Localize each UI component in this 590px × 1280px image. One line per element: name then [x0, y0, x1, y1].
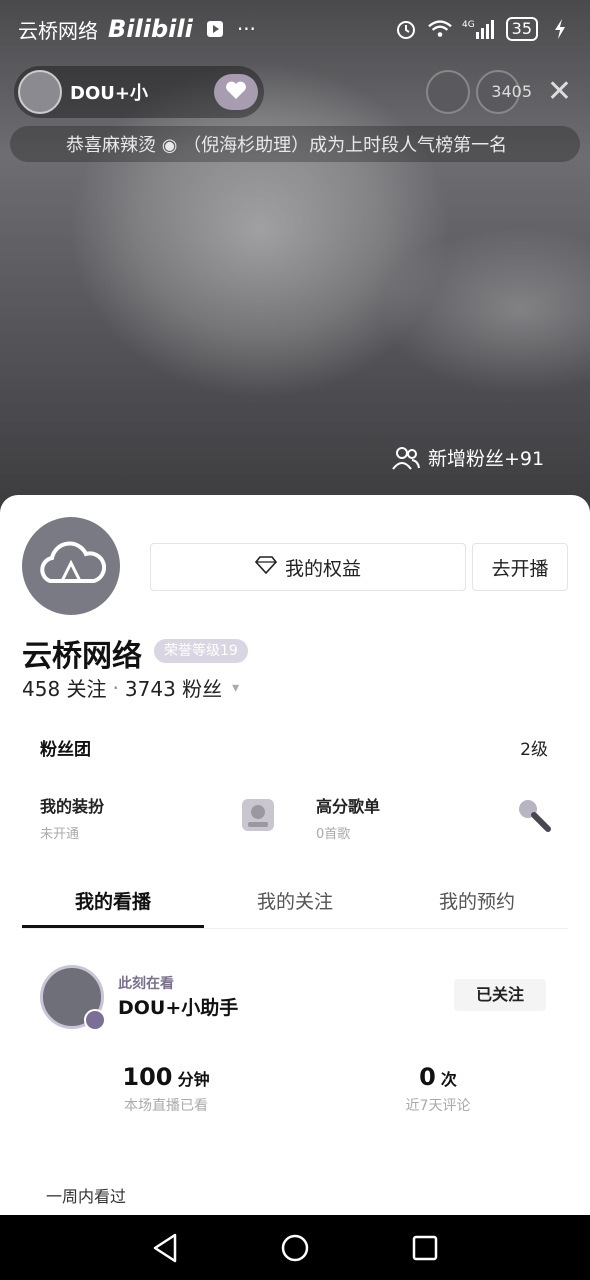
profile-avatar[interactable] [22, 517, 120, 615]
alarm-icon [394, 18, 418, 40]
diamond-icon [254, 555, 278, 579]
system-nav-bar [0, 1215, 590, 1280]
new-fans-indicator: 新增粉丝+91 [392, 444, 544, 471]
fans-count[interactable]: 3743 粉丝 [125, 673, 222, 702]
feature-subtitle: 0首歌 [316, 827, 351, 842]
svg-text:4G: 4G [462, 20, 475, 30]
stat-value: 0 [419, 1063, 436, 1091]
stats-separator: · [112, 675, 119, 700]
watching-label: 此刻在看 [118, 976, 174, 992]
status-more: ··· [236, 17, 256, 41]
status-right: 4G 35 [394, 17, 572, 41]
status-bar: 云桥网络 Bilibili ··· 4G 35 [0, 0, 590, 58]
users-icon [392, 445, 420, 471]
week-history-label: 一周内看过 [46, 1187, 127, 1206]
level-badge[interactable]: 荣誉等级19 [154, 639, 248, 663]
viewer-count[interactable]: 3405 [491, 82, 532, 101]
live-badge-icon [84, 1009, 106, 1031]
feature-subtitle: 未开通 [40, 827, 80, 842]
play-icon [203, 18, 227, 40]
new-fans-text: 新增粉丝+91 [428, 448, 545, 470]
cloud-logo-icon [36, 539, 107, 593]
wifi-icon [427, 18, 452, 40]
announcement-banner: 恭喜麻辣烫 ◉ （倪海杉助理）成为上时段人气榜第一名 [10, 126, 580, 162]
streamer-follow-button[interactable] [214, 74, 258, 110]
banner-text: 恭喜麻辣烫 ◉ （倪海杉助理）成为上时段人气榜第一名 [66, 135, 508, 156]
microphone-icon [514, 795, 554, 835]
chevron-down-icon[interactable]: ▾ [232, 680, 239, 696]
battery-indicator: 35 [505, 17, 538, 41]
watching-name: DOU+小助手 [118, 997, 239, 1019]
tab-my-watching[interactable]: 我的看播 [22, 881, 204, 928]
my-rights-label: 我的权益 [284, 557, 361, 580]
stat-label: 本场直播已看 [124, 1098, 208, 1114]
profile-sheet: 我的权益 去开播 云桥网络 荣誉等级19 458 关注 · 3743 粉丝 ▾ … [0, 495, 590, 1215]
my-rights-button[interactable]: 我的权益 [150, 543, 466, 591]
close-icon[interactable]: ✕ [547, 74, 572, 109]
feature-top-playlist[interactable]: 高分歌单 0首歌 [316, 793, 380, 842]
viewer-avatar[interactable] [426, 70, 470, 114]
feature-title: 我的装扮 [40, 797, 105, 816]
stat-label: 近7天评论 [405, 1098, 471, 1114]
screen: 云桥网络 Bilibili ··· 4G 35 DOU+小 3405 ✕ 恭喜麻… [0, 0, 590, 1280]
recent-apps-icon[interactable] [405, 1228, 445, 1268]
fan-club-row[interactable]: 粉丝团 2级 [40, 735, 548, 760]
fan-club-label: 粉丝团 [40, 740, 91, 760]
tab-my-reservations[interactable]: 我的预约 [386, 881, 568, 928]
signal-icon: 4G [462, 18, 496, 40]
feature-dress-up[interactable]: 我的装扮 未开通 [40, 793, 104, 842]
status-app-name: 云桥网络 [18, 18, 98, 43]
dress-up-icon [238, 795, 278, 835]
go-live-button[interactable]: 去开播 [472, 543, 568, 591]
home-icon[interactable] [275, 1228, 315, 1268]
watch-time-stat: 100 分钟 本场直播已看 [66, 1063, 266, 1115]
charging-icon [548, 18, 572, 40]
follow-stats[interactable]: 458 关注 · 3743 粉丝 ▾ [22, 673, 239, 702]
comments-stat: 0 次 近7天评论 [338, 1063, 538, 1115]
go-live-label: 去开播 [491, 557, 549, 580]
followed-button[interactable]: 已关注 [454, 979, 546, 1011]
watching-card[interactable]: 此刻在看 DOU+小助手 已关注 [40, 965, 550, 1031]
status-brand: Bilibili [108, 15, 193, 43]
following-count[interactable]: 458 关注 [22, 673, 107, 702]
stat-unit: 次 [440, 1070, 457, 1089]
status-left: 云桥网络 Bilibili ··· [18, 15, 256, 44]
fan-club-level: 2级 [520, 740, 548, 760]
back-icon[interactable] [145, 1228, 185, 1268]
streamer-header[interactable]: DOU+小 [14, 66, 264, 118]
tab-my-following[interactable]: 我的关注 [204, 881, 386, 928]
tab-bar: 我的看播 我的关注 我的预约 [22, 881, 568, 929]
streamer-avatar[interactable] [18, 70, 62, 114]
streamer-name: DOU+小 [70, 83, 148, 104]
profile-name: 云桥网络 [22, 639, 142, 674]
feature-title: 高分歌单 [316, 797, 381, 816]
stat-value: 100 [122, 1063, 173, 1091]
heart-icon [225, 80, 247, 104]
stat-unit: 分钟 [177, 1070, 210, 1089]
